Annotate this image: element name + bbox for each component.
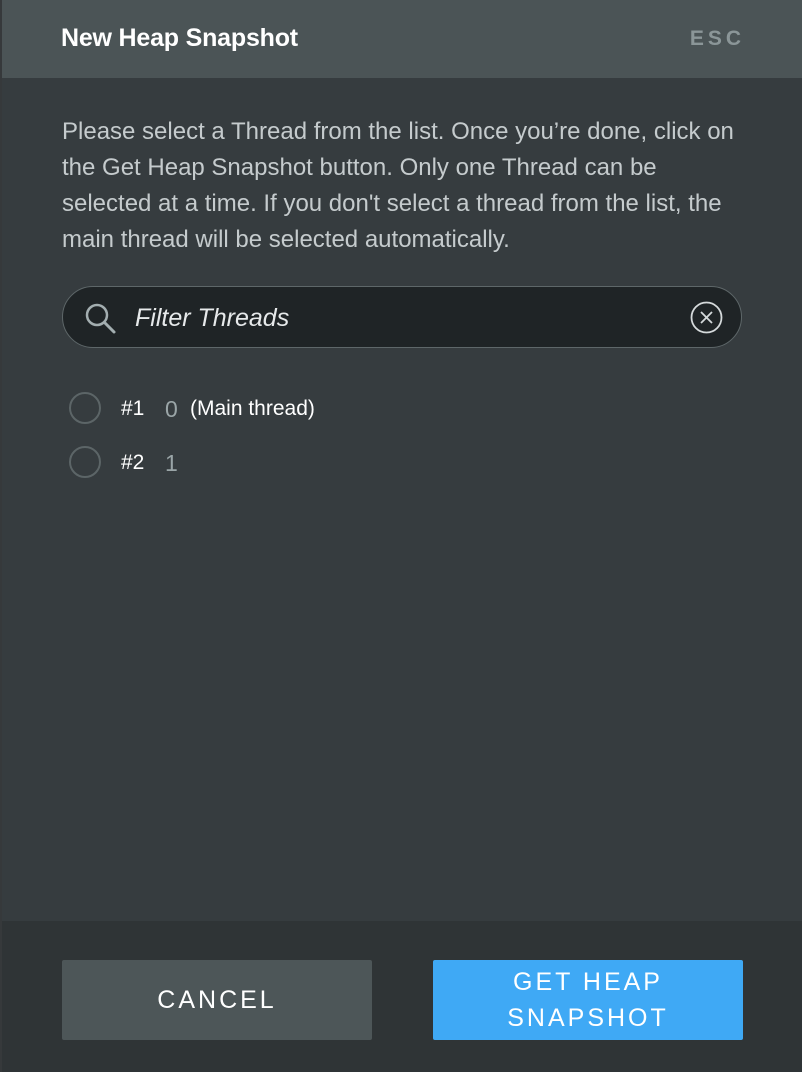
filter-threads-search [62, 286, 742, 348]
thread-option[interactable]: #1 0 (Main thread) [69, 389, 469, 429]
thread-list: #1 0 (Main thread) #2 1 [69, 389, 469, 497]
cancel-button[interactable]: CANCEL [62, 960, 372, 1040]
heap-snapshot-dialog: New Heap Snapshot ESC Please select a Th… [2, 0, 802, 1072]
dialog-title: New Heap Snapshot [61, 24, 298, 52]
thread-radio[interactable] [69, 392, 101, 424]
instructions-text: Please select a Thread from the list. On… [62, 118, 734, 253]
thread-name: (Main thread) [190, 397, 315, 420]
get-heap-snapshot-button[interactable]: GET HEAP SNAPSHOT [433, 960, 743, 1040]
thread-id: 1 [165, 450, 178, 476]
filter-threads-input[interactable] [133, 297, 677, 339]
search-icon [85, 303, 116, 334]
thread-option[interactable]: #2 1 [69, 443, 469, 483]
thread-number: #1 [121, 397, 145, 420]
thread-radio[interactable] [69, 446, 101, 478]
dialog-header: New Heap Snapshot ESC [2, 0, 802, 78]
clear-search-icon[interactable] [690, 301, 723, 334]
thread-number: #2 [121, 451, 145, 474]
dialog-footer: CANCEL GET HEAP SNAPSHOT [2, 921, 802, 1072]
esc-close-button[interactable]: ESC [690, 27, 745, 51]
thread-id: 0 [165, 396, 178, 422]
